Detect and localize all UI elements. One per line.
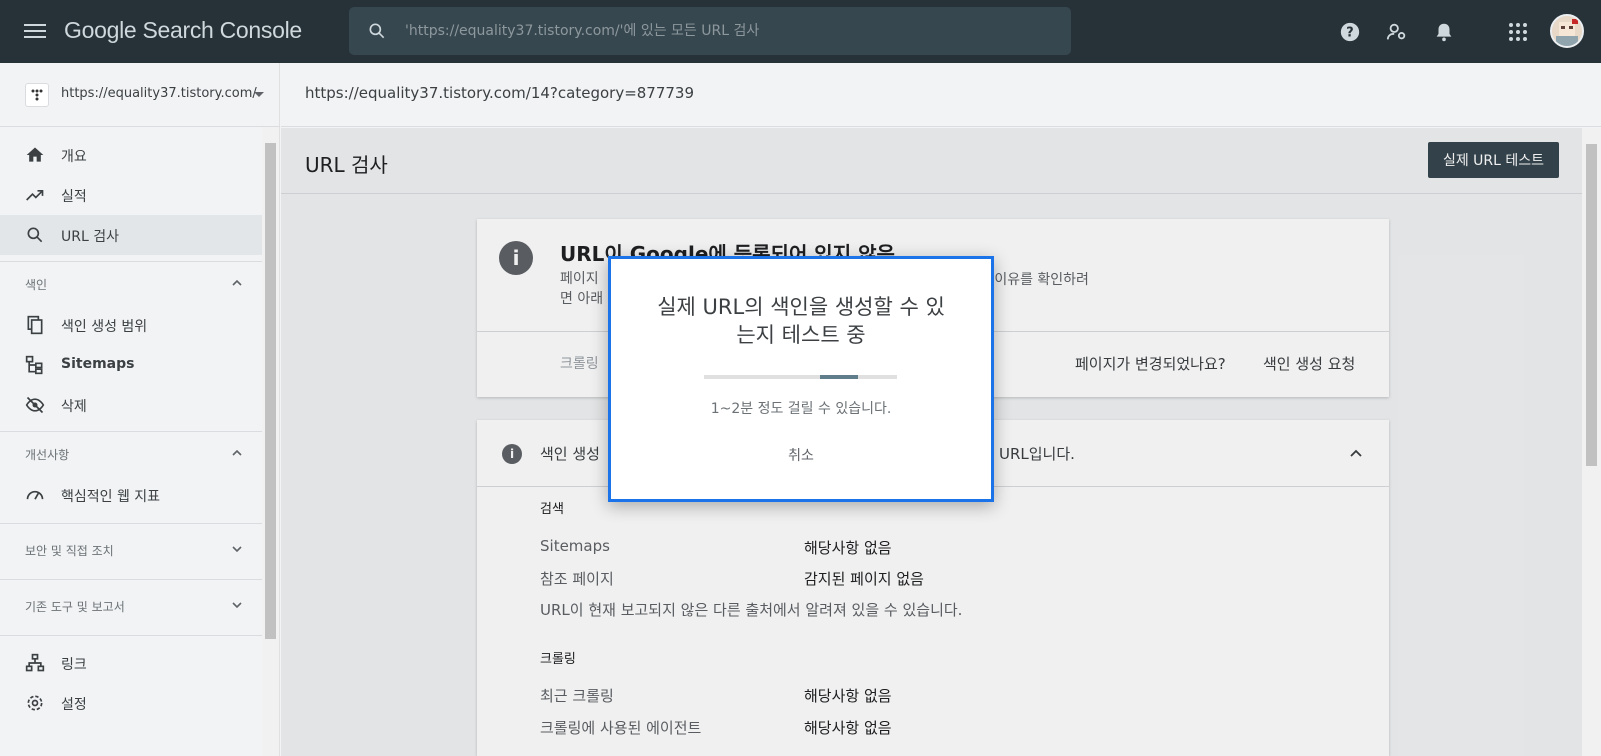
nav-item-label: 설정 [61, 697, 87, 713]
dialog-note: 1~2분 정도 걸릴 수 있습니다. [710, 401, 892, 417]
nav-item-sitemaps[interactable]: Sitemaps [0, 345, 262, 385]
chevron-up-icon [232, 279, 242, 286]
property-selector[interactable]: https://equality37.tistory.com/ [0, 63, 280, 127]
section-title: 보안 및 직접 조치 [25, 544, 114, 558]
manage-users-icon[interactable] [1384, 19, 1410, 45]
nav-item-label: Sitemaps [61, 356, 135, 372]
sitemap-icon [25, 355, 43, 375]
bell-icon[interactable] [1431, 19, 1457, 45]
eye-off-icon [25, 396, 45, 414]
section-title: 개선사항 [25, 448, 70, 462]
main-scrollbar[interactable] [1582, 128, 1601, 756]
svg-text:?: ? [1346, 26, 1353, 41]
chevron-down-icon [232, 602, 242, 609]
nav-item-label: 삭제 [61, 399, 87, 415]
nav-item-label: 개요 [61, 149, 87, 165]
nav-item-performance[interactable]: 실적 [0, 175, 262, 215]
section-enhancements[interactable]: 개선사항 [0, 433, 262, 473]
section-title: 기존 도구 및 보고서 [25, 600, 125, 614]
chevron-down-icon [232, 546, 242, 553]
section-legacy-tools[interactable]: 기존 도구 및 보고서 [0, 585, 262, 625]
settings-icon [27, 695, 43, 711]
sidebar-scrollbar[interactable] [262, 127, 279, 756]
search-icon [369, 23, 385, 39]
property-logo-icon [25, 83, 49, 107]
home-icon [26, 147, 44, 162]
nav-item-links[interactable]: 링크 [0, 643, 262, 683]
divider [0, 635, 262, 636]
nav-item-settings[interactable]: 설정 [0, 683, 262, 723]
property-url: https://equality37.tistory.com/ [61, 86, 257, 101]
divider [0, 261, 262, 262]
nav-item-label: URL 검사 [61, 229, 119, 245]
copy-icon [27, 315, 43, 335]
nav-item-removals[interactable]: 삭제 [0, 385, 262, 425]
app-brand: Google Search Console [64, 17, 302, 43]
progress-bar [704, 375, 897, 379]
chevron-up-icon [232, 449, 242, 456]
divider [0, 579, 262, 580]
help-icon[interactable]: ? [1337, 19, 1363, 45]
links-icon [25, 653, 45, 672]
menu-icon[interactable] [24, 20, 46, 42]
nav-item-label: 실적 [61, 189, 87, 205]
section-title: 색인 [25, 278, 48, 292]
sidebar: https://equality37.tistory.com/ 개요 실적 UR… [0, 63, 280, 756]
nav-item-label: 색인 생성 범위 [61, 319, 148, 335]
nav-item-url-inspection[interactable]: URL 검사 [0, 215, 262, 255]
dialog-title: 실제 URL의 색인을 생성할 수 있 는지 테스트 중 [631, 293, 971, 349]
inspected-url: https://equality37.tistory.com/14?catego… [305, 84, 695, 102]
trending-up-icon [26, 190, 44, 201]
speed-icon [26, 490, 44, 500]
nav-item-overview[interactable]: 개요 [0, 135, 262, 175]
avatar[interactable] [1550, 14, 1584, 48]
progress-fill [819, 375, 859, 379]
section-index[interactable]: 색인 [0, 263, 262, 303]
search-input[interactable] [405, 15, 1045, 47]
search-icon [27, 227, 43, 243]
nav-item-coverage[interactable]: 색인 생성 범위 [0, 305, 262, 345]
live-test-dialog: 실제 URL의 색인을 생성할 수 있 는지 테스트 중 1~2분 정도 걸릴 … [608, 256, 994, 502]
divider [0, 523, 262, 524]
scrollbar-thumb[interactable] [1586, 144, 1597, 466]
nav-item-core-web-vitals[interactable]: 핵심적인 웹 지표 [0, 475, 262, 515]
dialog-title-line2: 는지 테스트 중 [736, 323, 866, 347]
section-security[interactable]: 보안 및 직접 조치 [0, 529, 262, 569]
apps-icon[interactable] [1505, 19, 1531, 45]
top-app-bar: Google Search Console ? [0, 0, 1601, 63]
scrollbar-thumb[interactable] [265, 143, 276, 639]
nav-item-label: 핵심적인 웹 지표 [61, 489, 161, 505]
divider [0, 431, 262, 432]
inspected-url-bar: https://equality37.tistory.com/14?catego… [281, 63, 1601, 127]
nav-item-label: 링크 [61, 657, 87, 673]
search-box[interactable] [349, 7, 1071, 55]
dialog-title-line1: 실제 URL의 색인을 생성할 수 있 [657, 295, 945, 319]
caret-down-icon [254, 92, 264, 97]
cancel-button[interactable]: 취소 [766, 440, 836, 470]
